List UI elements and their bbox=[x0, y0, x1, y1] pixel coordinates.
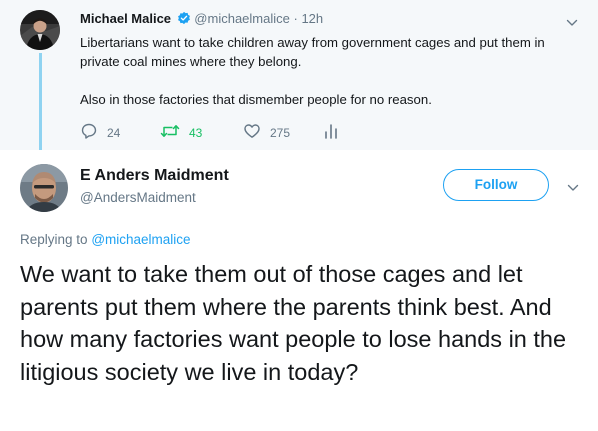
tweet-text: Libertarians want to take children away … bbox=[80, 33, 580, 109]
like-action[interactable]: 275 bbox=[243, 122, 290, 143]
replying-to: Replying to @michaelmalice bbox=[20, 232, 191, 247]
reply-tweet[interactable]: E Anders Maidment @AndersMaidment Follow… bbox=[0, 150, 598, 431]
avatar[interactable] bbox=[20, 10, 60, 50]
analytics-action[interactable] bbox=[323, 122, 348, 143]
tweet-paragraph: Libertarians want to take children away … bbox=[80, 35, 545, 69]
author-handle[interactable]: @michaelmalice bbox=[194, 11, 290, 26]
reply-action[interactable]: 24 bbox=[80, 122, 120, 143]
tweet-paragraph: Also in those factories that dismember p… bbox=[80, 92, 432, 107]
author-handle[interactable]: @AndersMaidment bbox=[80, 190, 196, 205]
avatar[interactable] bbox=[20, 164, 68, 212]
chevron-down-icon[interactable] bbox=[566, 181, 580, 200]
follow-button[interactable]: Follow bbox=[443, 169, 549, 201]
verified-badge-icon bbox=[177, 11, 191, 30]
retweet-icon bbox=[160, 122, 189, 143]
reply-count: 24 bbox=[107, 125, 121, 140]
replying-to-mention[interactable]: @michaelmalice bbox=[91, 232, 190, 247]
like-count: 275 bbox=[270, 125, 291, 140]
retweet-count: 43 bbox=[189, 125, 203, 140]
retweet-action[interactable]: 43 bbox=[160, 122, 202, 143]
parent-tweet[interactable]: Michael Malice @michaelmalice · 12h Libe… bbox=[0, 0, 598, 154]
heart-icon bbox=[243, 122, 270, 143]
author-name[interactable]: E Anders Maidment bbox=[80, 167, 229, 185]
tweet-text: We want to take them out of those cages … bbox=[20, 261, 567, 385]
tweet-header: Michael Malice @michaelmalice · 12h bbox=[80, 10, 323, 30]
thread-line bbox=[39, 53, 42, 154]
timestamp[interactable]: 12h bbox=[301, 11, 323, 26]
reply-icon bbox=[80, 122, 107, 143]
replying-to-label: Replying to bbox=[20, 232, 88, 247]
separator-dot: · bbox=[293, 11, 298, 26]
author-name[interactable]: Michael Malice bbox=[80, 11, 171, 26]
analytics-icon bbox=[323, 122, 348, 143]
